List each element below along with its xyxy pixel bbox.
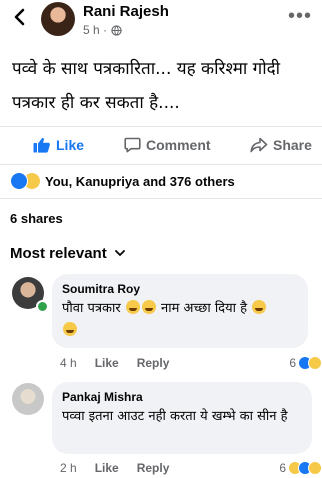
- comment-reply-button[interactable]: Reply: [137, 461, 170, 475]
- share-arrow-icon: [250, 137, 268, 153]
- author-name[interactable]: Rani Rajesh: [83, 3, 169, 20]
- comment-meta: 2 h Like Reply: [60, 461, 169, 475]
- comment-reply-button[interactable]: Reply: [137, 356, 170, 370]
- post-meta: 5 h ·: [83, 23, 123, 37]
- commenter-name[interactable]: Pankaj Mishra: [62, 388, 302, 406]
- reactions-summary[interactable]: You, Kanupriya and 376 others: [10, 172, 235, 190]
- comment-sort-dropdown[interactable]: Most relevant: [10, 245, 125, 262]
- divider: [0, 198, 322, 199]
- divider: [0, 126, 322, 127]
- comment-bubble[interactable]: Pankaj Mishra पव्वा इतना आउट नही करता ये…: [52, 382, 312, 454]
- chevron-down-icon: [114, 250, 125, 256]
- comment-text: पव्वा इतना आउट नही करता ये खम्भे का सीन …: [62, 409, 288, 424]
- comment-label: Comment: [146, 137, 211, 153]
- comment-like-button[interactable]: Like: [95, 356, 119, 370]
- comment-time: 2 h: [60, 461, 77, 475]
- comment-button[interactable]: Comment: [124, 130, 211, 160]
- comment-time: 4 h: [60, 356, 77, 370]
- haha-reaction-icon: [308, 356, 322, 370]
- shares-count[interactable]: 6 shares: [10, 211, 63, 226]
- like-button[interactable]: Like: [33, 130, 84, 160]
- grinning-emoji-icon: [252, 300, 267, 314]
- online-status-dot: [36, 300, 49, 313]
- comment-reaction-count: 6: [279, 461, 286, 475]
- laughing-emoji-icon: [141, 300, 156, 314]
- commenter-avatar[interactable]: [12, 383, 44, 415]
- laughing-emoji-icon: [125, 300, 140, 314]
- comment-text: पौवा पत्रकार नाम अच्छा दिया है: [62, 298, 298, 342]
- comment-like-button[interactable]: Like: [95, 461, 119, 475]
- comment-meta: 4 h Like Reply: [60, 356, 169, 370]
- comment-bubble[interactable]: Soumitra Roy पौवा पत्रकार नाम अच्छा दिया…: [52, 274, 308, 348]
- wow-reaction-icon: [308, 461, 322, 475]
- commenter-name[interactable]: Soumitra Roy: [62, 280, 298, 298]
- comment-bubble-icon: [124, 137, 141, 153]
- post-text: पव्वे के साथ पत्रकारिता... यह करिश्मा गो…: [12, 59, 281, 113]
- author-avatar[interactable]: [41, 2, 75, 36]
- grinning-emoji-icon: [63, 322, 77, 336]
- more-options-icon[interactable]: •••: [288, 6, 312, 26]
- like-reaction-icon: [10, 172, 28, 190]
- reactions-text: You, Kanupriya and 376 others: [45, 173, 235, 189]
- thumbs-up-icon: [33, 138, 50, 153]
- comment-reaction-count: 6: [289, 356, 296, 370]
- post-time: 5 h ·: [83, 23, 108, 37]
- comment-reactions[interactable]: 6: [289, 356, 322, 370]
- back-arrow-icon[interactable]: [10, 6, 30, 28]
- comment-reactions[interactable]: 6: [279, 461, 322, 475]
- globe-icon: [111, 25, 123, 37]
- share-label: Share: [273, 137, 312, 153]
- comment-text-part: नाम अच्छा दिया है: [161, 301, 248, 316]
- share-button[interactable]: Share: [250, 130, 312, 160]
- like-label: Like: [56, 137, 85, 153]
- divider: [0, 164, 322, 165]
- sort-label: Most relevant: [10, 245, 107, 262]
- comment-text-part: पौवा पत्रकार: [62, 301, 121, 316]
